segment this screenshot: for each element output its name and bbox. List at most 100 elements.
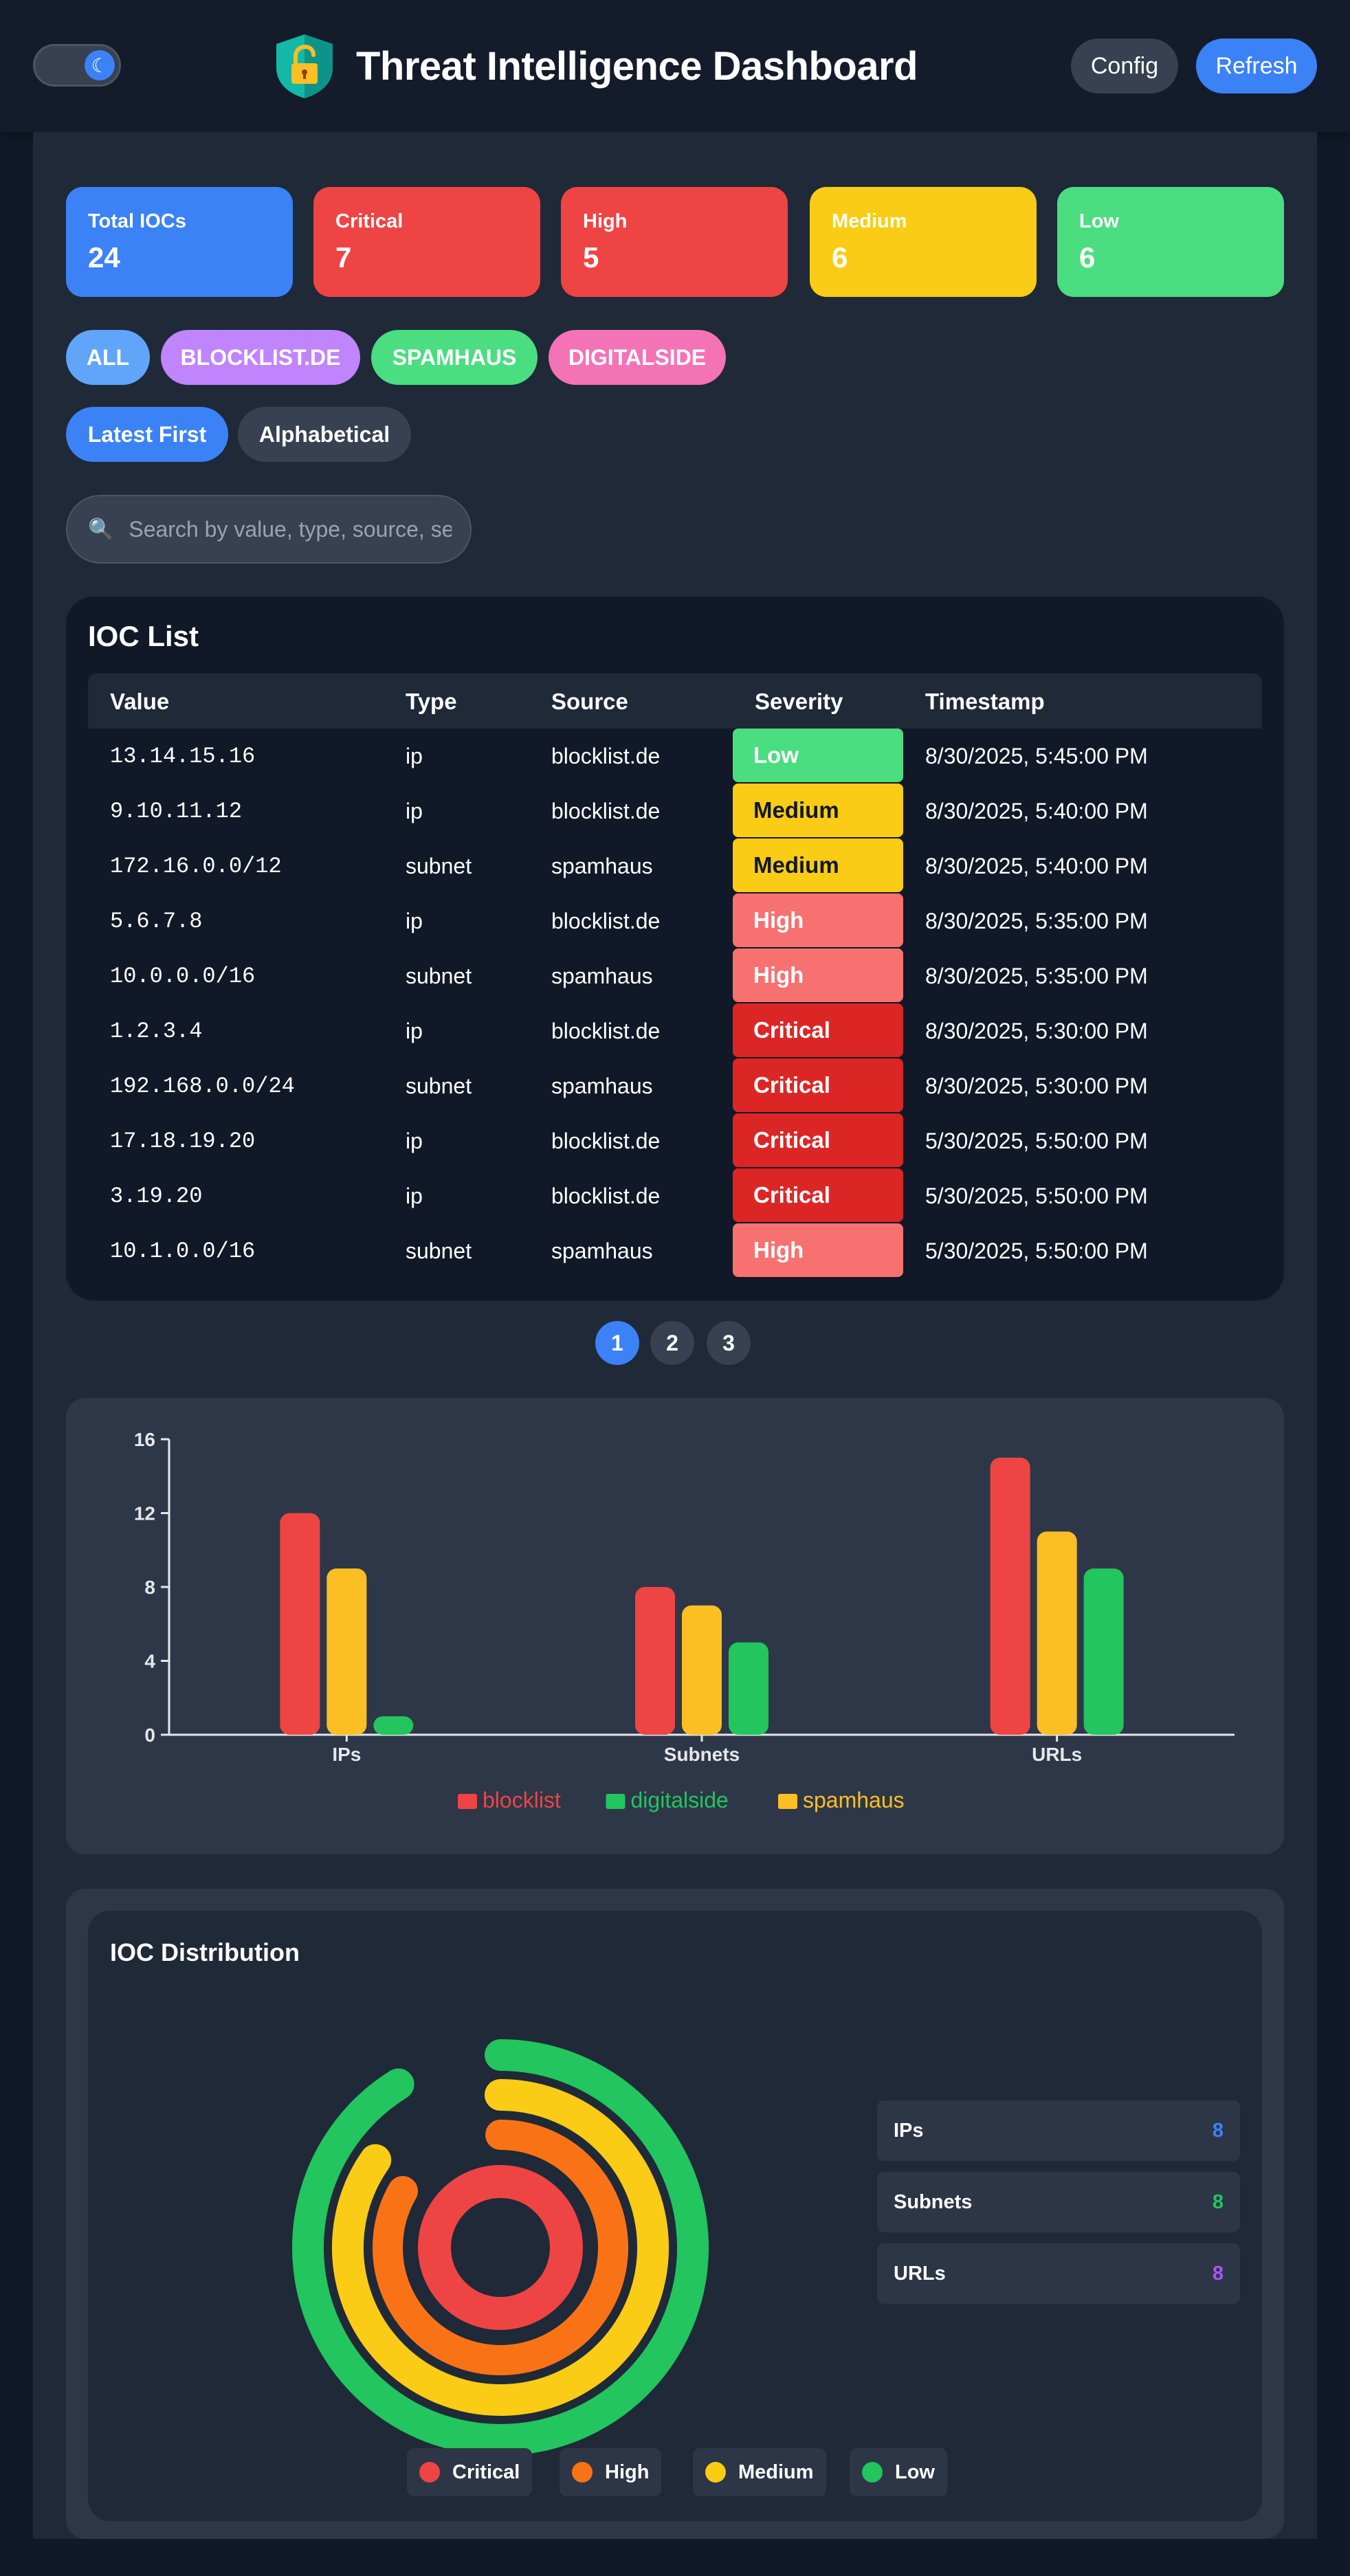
legend-critical: Critical xyxy=(407,2448,533,2496)
legend-dot xyxy=(572,2462,593,2483)
cell-value: 172.16.0.0/12 xyxy=(110,854,282,879)
cell-type: ip xyxy=(406,1184,423,1208)
search-box: 🔍 xyxy=(66,495,472,564)
cell-value: 9.10.11.12 xyxy=(110,799,243,824)
legend-low: Low xyxy=(850,2448,947,2496)
subnets-stat-row: Subnets 8 xyxy=(877,2172,1240,2232)
stat-value: 6 xyxy=(1079,241,1096,274)
table-header: Value Type Source Severity Timestamp xyxy=(88,674,1262,729)
table-body: 13.14.15.16 ip blocklist.de 8/30/2025, 5:45… xyxy=(88,729,1262,1278)
table-row[interactable]: 17.18.19.20 ip blocklist.de 5/30/2025, 5:50… xyxy=(88,1113,1262,1168)
legend-label-digitalside: digitalside xyxy=(631,1788,729,1812)
severity-badge: Critical xyxy=(733,1058,903,1112)
stat-row-value: 8 xyxy=(1212,2120,1224,2142)
legend-swatch-spamhaus xyxy=(778,1794,797,1809)
cell-timestamp: 8/30/2025, 5:30:00 PM xyxy=(925,1074,1148,1098)
y-tick-label: 16 xyxy=(134,1429,155,1450)
severity-badge: Critical xyxy=(733,1113,903,1167)
severity-badge: Critical xyxy=(733,1003,903,1057)
ring-low xyxy=(292,2039,709,2456)
stat-value: 5 xyxy=(583,241,599,274)
table-row[interactable]: 13.14.15.16 ip blocklist.de 8/30/2025, 5:45… xyxy=(88,729,1262,784)
bar-digitalside-urls xyxy=(1083,1568,1124,1735)
table-row[interactable]: 9.10.11.12 ip blocklist.de 8/30/2025, 5:40:… xyxy=(88,784,1262,839)
cell-timestamp: 5/30/2025, 5:50:00 PM xyxy=(925,1239,1148,1263)
page-button-1[interactable]: 1 xyxy=(595,1321,639,1365)
cell-type: ip xyxy=(406,799,423,823)
stat-value: 24 xyxy=(88,241,120,274)
cell-timestamp: 8/30/2025, 5:30:00 PM xyxy=(925,1019,1148,1043)
cell-value: 192.168.0.0/24 xyxy=(110,1074,295,1099)
severity-badge: Low xyxy=(733,729,903,782)
filter-spamhaus[interactable]: SPAMHAUS xyxy=(371,330,538,385)
moon-icon: ☾ xyxy=(85,50,115,80)
legend-label-blocklist: blocklist xyxy=(483,1788,561,1812)
column-header-value: Value xyxy=(110,689,170,714)
search-input[interactable] xyxy=(129,516,452,542)
cell-value: 17.18.19.20 xyxy=(110,1129,256,1154)
legend-swatch-digitalside xyxy=(606,1794,626,1809)
legend-swatch-blocklist xyxy=(458,1794,477,1809)
stat-value: 6 xyxy=(832,241,848,274)
ips-stat-row: IPs 8 xyxy=(877,2100,1240,2161)
cell-type: ip xyxy=(406,744,423,768)
stat-card-low: Low 6 xyxy=(1057,187,1284,297)
table-row[interactable]: 10.0.0.0/16 subnet spamhaus 8/30/2025, 5:35… xyxy=(88,948,1262,1003)
bar-digitalside-ips xyxy=(373,1716,414,1735)
refresh-button[interactable]: Refresh xyxy=(1196,38,1317,93)
stat-card-medium: Medium 6 xyxy=(810,187,1037,297)
stat-row-label: URLs xyxy=(894,2263,946,2285)
column-header-severity: Severity xyxy=(755,689,843,714)
cell-type: ip xyxy=(406,1129,423,1153)
stat-card-high: High 5 xyxy=(561,187,788,297)
stat-value: 7 xyxy=(335,241,352,274)
top-header: ☾ Threat Intelligence Dashboard Config R… xyxy=(0,0,1350,132)
bar-blocklist-subnets xyxy=(635,1587,675,1735)
severity-badge: High xyxy=(733,1223,903,1277)
table-row[interactable]: 192.168.0.0/24 subnet spamhaus 8/30/2025, 5… xyxy=(88,1058,1262,1113)
table-row[interactable]: 3.19.20 ip blocklist.de 5/30/2025, 5:50:00 … xyxy=(88,1168,1262,1223)
cell-value: 5.6.7.8 xyxy=(110,909,203,934)
stat-label: High xyxy=(583,210,628,232)
x-tick-label: URLs xyxy=(1032,1744,1082,1765)
cell-value: 3.19.20 xyxy=(110,1184,203,1209)
severity-badge: Critical xyxy=(733,1168,903,1222)
filter-blocklist[interactable]: BLOCKLIST.DE xyxy=(161,330,360,385)
legend-medium: Medium xyxy=(693,2448,826,2496)
cell-source: blocklist.de xyxy=(551,1184,661,1208)
filter-digitalside[interactable]: DIGITALSIDE xyxy=(549,330,726,385)
config-button[interactable]: Config xyxy=(1071,38,1178,93)
table-row[interactable]: 10.1.0.0/16 subnet spamhaus 5/30/2025, 5:50… xyxy=(88,1223,1262,1278)
x-tick-label: Subnets xyxy=(664,1744,740,1765)
cell-value: 10.0.0.0/16 xyxy=(110,964,256,989)
sort-alphabetical-button[interactable]: Alphabetical xyxy=(238,407,411,462)
cell-source: spamhaus xyxy=(551,1074,653,1098)
ring-critical xyxy=(418,2165,583,2330)
filter-all[interactable]: ALL xyxy=(66,330,150,385)
bar-digitalside-subnets xyxy=(729,1642,768,1735)
table-row[interactable]: 172.16.0.0/12 subnet spamhaus 8/30/2025, 5:… xyxy=(88,839,1262,893)
sort-latest-button[interactable]: Latest First xyxy=(66,407,228,462)
severity-badge: Medium xyxy=(733,839,903,892)
column-header-type: Type xyxy=(406,689,457,714)
cell-source: spamhaus xyxy=(551,1239,653,1263)
legend-label: Low xyxy=(895,2461,935,2483)
table-row[interactable]: 5.6.7.8 ip blocklist.de 8/30/2025, 5:35:00 … xyxy=(88,893,1262,948)
cell-source: spamhaus xyxy=(551,854,653,878)
ioc-list-card: IOC List Value Type Source Severity Time… xyxy=(66,597,1284,1300)
page-button-3[interactable]: 3 xyxy=(707,1321,751,1365)
stat-row-label: IPs xyxy=(894,2120,924,2142)
severity-badge: Medium xyxy=(733,784,903,837)
theme-toggle[interactable]: ☾ xyxy=(33,44,121,87)
stat-row-label: Subnets xyxy=(894,2191,973,2213)
legend-label: Critical xyxy=(452,2461,520,2483)
brand: Threat Intelligence Dashboard xyxy=(274,33,918,99)
bar-blocklist-ips xyxy=(280,1513,320,1735)
legend-dot xyxy=(862,2462,883,2483)
cell-source: blocklist.de xyxy=(551,744,661,768)
bar-blocklist-urls xyxy=(990,1457,1030,1735)
cell-type: ip xyxy=(406,1019,423,1043)
cell-source: blocklist.de xyxy=(551,799,661,823)
table-row[interactable]: 1.2.3.4 ip blocklist.de 8/30/2025, 5:30:00 … xyxy=(88,1003,1262,1058)
page-button-2[interactable]: 2 xyxy=(650,1321,694,1365)
